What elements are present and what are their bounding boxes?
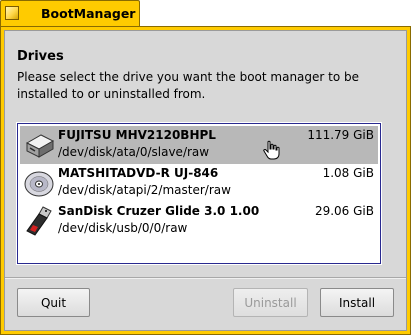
- drive-path: /dev/disk/ata/0/slave/raw: [58, 145, 210, 159]
- drive-row[interactable]: MATSHITADVD-R UJ-846 /dev/disk/atapi/2/m…: [20, 164, 378, 202]
- close-button[interactable]: [5, 6, 19, 20]
- hard-drive-icon: [25, 134, 55, 158]
- drive-row[interactable]: FUJITSU MHV2120BHPL /dev/disk/ata/0/slav…: [20, 126, 378, 164]
- window-tab[interactable]: BootManager: [0, 0, 140, 26]
- divider-highlight: [5, 278, 406, 279]
- section-title: Drives: [17, 49, 64, 64]
- drive-path: /dev/disk/atapi/2/master/raw: [58, 183, 231, 197]
- section-description: Please select the drive you want the boo…: [17, 70, 360, 101]
- uninstall-button[interactable]: Uninstall: [233, 288, 308, 317]
- drive-list[interactable]: FUJITSU MHV2120BHPL /dev/disk/ata/0/slav…: [16, 122, 382, 265]
- drive-size: 29.06 GiB: [314, 204, 374, 218]
- hand-cursor-icon: [263, 140, 280, 160]
- drive-name: MATSHITADVD-R UJ-846: [58, 166, 219, 180]
- drive-path: /dev/disk/usb/0/0/raw: [58, 221, 188, 235]
- window-content: Drives Please select the drive you want …: [4, 30, 407, 331]
- window-title: BootManager: [41, 6, 136, 21]
- quit-button[interactable]: Quit: [17, 288, 90, 317]
- drive-size: 111.79 GiB: [307, 128, 374, 142]
- usb-drive-icon: [26, 206, 52, 236]
- install-button[interactable]: Install: [320, 288, 394, 317]
- optical-disc-icon: [24, 171, 54, 197]
- drive-row[interactable]: SanDisk Cruzer Glide 3.0 1.00 /dev/disk/…: [20, 202, 378, 240]
- drive-name: SanDisk Cruzer Glide 3.0 1.00: [58, 204, 260, 218]
- drive-size: 1.08 GiB: [322, 166, 374, 180]
- drive-name: FUJITSU MHV2120BHPL: [58, 128, 216, 142]
